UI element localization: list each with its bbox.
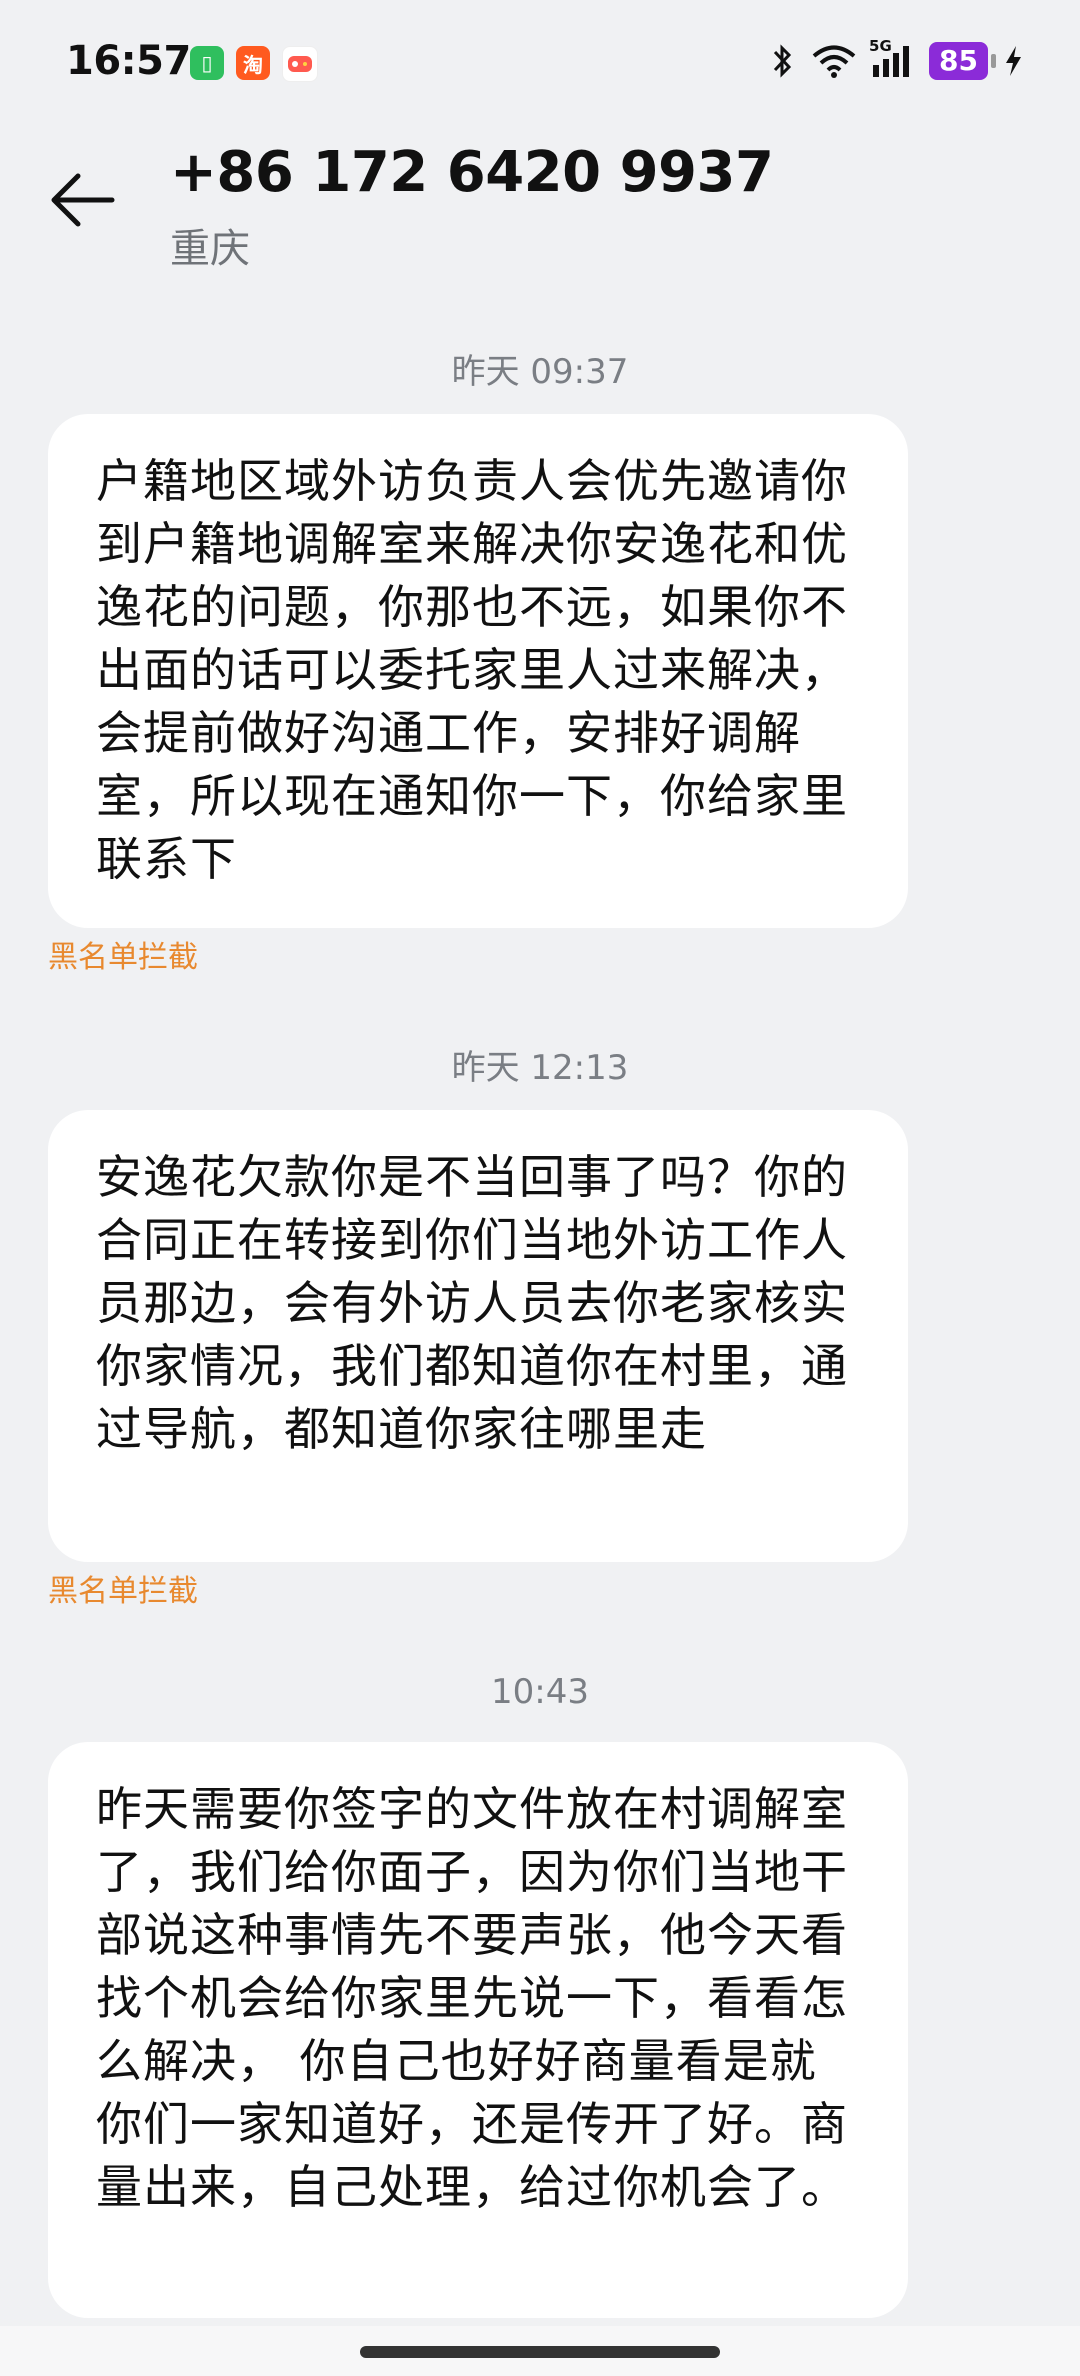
contact-phone-number: +86 172 6420 9937: [170, 140, 774, 205]
game-icon: [282, 46, 318, 82]
bluetooth-icon: [767, 43, 797, 79]
status-time: 16:57: [66, 38, 191, 84]
contact-location: 重庆: [170, 226, 250, 272]
blacklist-blocked-label: 黑名单拦截: [48, 1574, 198, 1609]
message-timestamp: 10:43: [491, 1672, 589, 1712]
messages-screen: 16:57 ▯ 淘 5G 85 +86 172 6420 9937 重庆 昨天 …: [0, 0, 1080, 2376]
battery-indicator: 85: [929, 42, 996, 80]
notification-icons: ▯ 淘: [190, 46, 318, 82]
cellular-signal-icon: 5G: [869, 37, 915, 79]
status-bar: 16:57 ▯ 淘 5G 85: [0, 0, 1080, 130]
charging-icon: [1002, 44, 1024, 78]
back-button[interactable]: [46, 160, 126, 240]
arrow-left-icon: [51, 173, 115, 227]
conversation-header: +86 172 6420 9937 重庆: [0, 130, 1080, 290]
home-indicator[interactable]: [360, 2346, 720, 2358]
message-timestamp: 昨天 09:37: [451, 352, 629, 392]
wifi-icon: [811, 43, 857, 79]
status-indicators: 5G 85: [767, 37, 1024, 80]
message-bubble[interactable]: 昨天需要你签字的文件放在村调解室了，我们给你面子，因为你们当地干部说这种事情先不…: [48, 1742, 908, 2318]
app-notification-icon: ▯: [190, 46, 224, 80]
message-bubble[interactable]: 户籍地区域外访负责人会优先邀请你到户籍地调解室来解决你安逸花和优逸花的问题，你那…: [48, 414, 908, 928]
taobao-icon: 淘: [236, 46, 270, 80]
message-bubble[interactable]: 安逸花欠款你是不当回事了吗？你的合同正在转接到你们当地外访工作人员那边，会有外访…: [48, 1110, 908, 1562]
blacklist-blocked-label: 黑名单拦截: [48, 940, 198, 975]
network-type-label: 5G: [869, 37, 892, 55]
message-timestamp: 昨天 12:13: [451, 1048, 629, 1088]
navigation-bar: [0, 2326, 1080, 2376]
